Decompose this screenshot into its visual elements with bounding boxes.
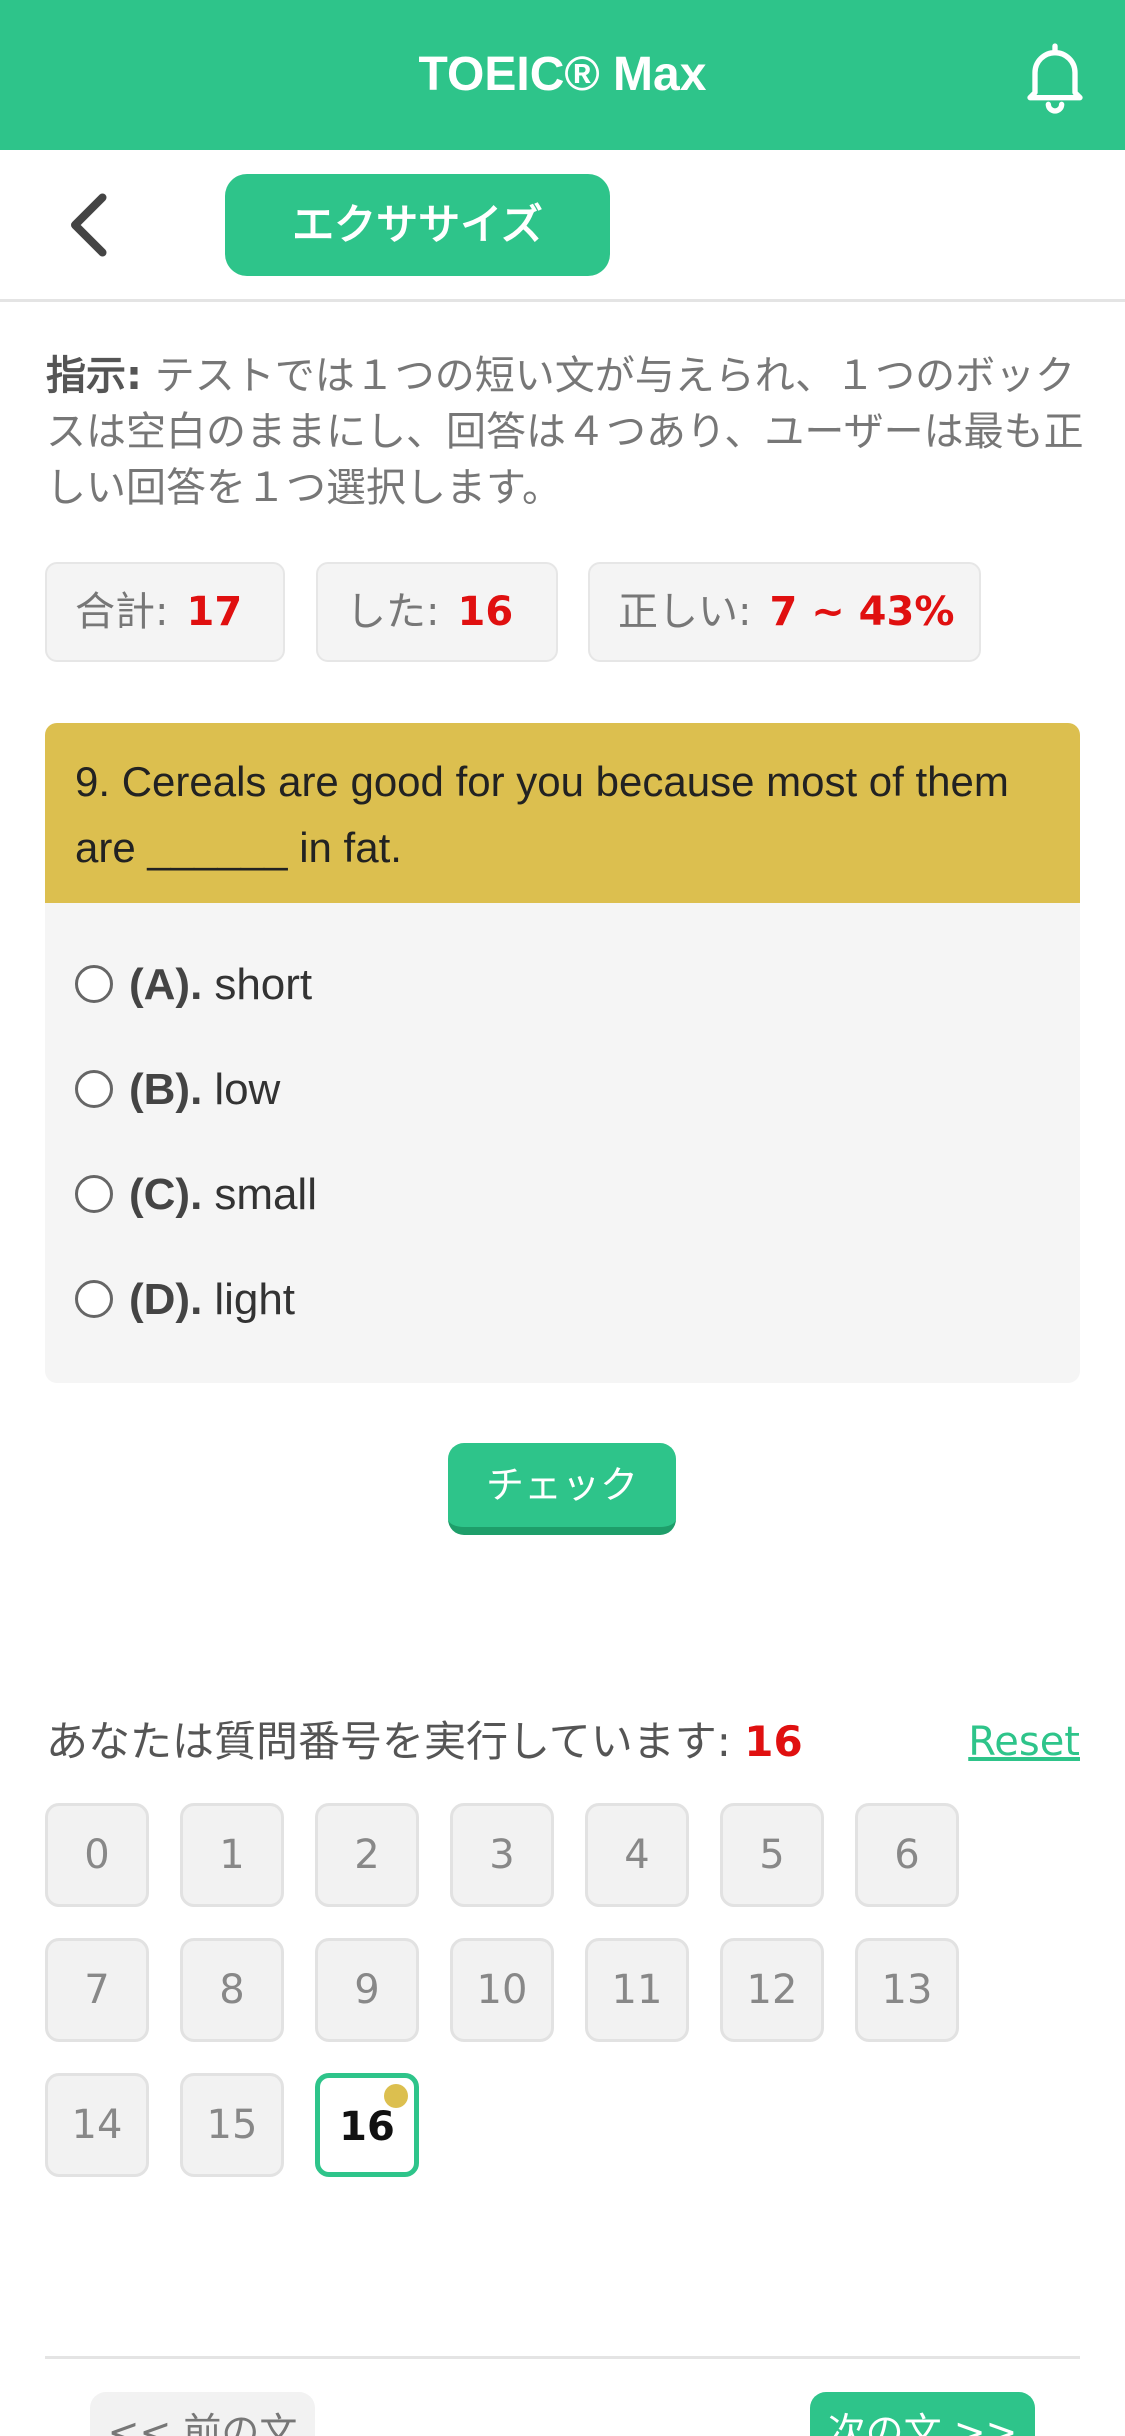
question-number-button[interactable]: 15	[180, 2073, 284, 2177]
instructions-text: テストでは１つの短い文が与えられ、１つのボックスは空白のままにし、回答は４つあり…	[46, 353, 1084, 511]
check-button[interactable]: チェック	[448, 1443, 676, 1535]
chevron-left-icon[interactable]	[60, 190, 120, 260]
app-title: TOEIC® Max	[418, 48, 707, 101]
footer-divider	[45, 2356, 1080, 2359]
running-label: あなたは質問番号を実行しています:	[46, 1717, 731, 1766]
option-text: short	[214, 960, 313, 1009]
question-number-button[interactable]: 5	[720, 1803, 824, 1907]
option-text: small	[214, 1170, 317, 1219]
radio-button[interactable]	[75, 1070, 113, 1109]
option-a[interactable]: (A). short	[75, 950, 312, 1020]
question-number-button[interactable]: 9	[315, 1938, 419, 2042]
question-number-label: 16	[339, 2104, 395, 2150]
question-number-button[interactable]: 3	[450, 1803, 554, 1907]
radio-button[interactable]	[75, 965, 113, 1004]
question-number-button[interactable]: 1	[180, 1803, 284, 1907]
next-sentence-button[interactable]: 次の文 >>	[810, 2392, 1035, 2436]
sub-header: エクササイズ	[0, 150, 1125, 302]
stat-total-value: 17	[186, 589, 243, 635]
instructions-label: 指示:	[46, 353, 142, 399]
current-indicator-dot	[384, 2084, 408, 2108]
tab-exercise[interactable]: エクササイズ	[225, 174, 610, 276]
radio-button[interactable]	[75, 1280, 113, 1319]
question-number-button[interactable]: 8	[180, 1938, 284, 2042]
question-number-button[interactable]: 0	[45, 1803, 149, 1907]
question-number-button[interactable]: 10	[450, 1938, 554, 2042]
running-question: あなたは質問番号を実行しています: 16	[46, 1710, 803, 1774]
top-bar: TOEIC® Max	[0, 0, 1125, 150]
question-number-button[interactable]: 12	[720, 1938, 824, 2042]
question-number-button[interactable]: 14	[45, 2073, 149, 2177]
current-question-number: 16	[744, 1717, 803, 1766]
question-card: 9. Cereals are good for you because most…	[45, 723, 1080, 1383]
question-number-button[interactable]: 2	[315, 1803, 419, 1907]
instructions: 指示: テストでは１つの短い文が与えられ、１つのボックスは空白のままにし、回答は…	[46, 348, 1086, 516]
option-b[interactable]: (B). low	[75, 1055, 280, 1125]
question-text: 9. Cereals are good for you because most…	[45, 723, 1080, 903]
stat-total-label: 合計:	[75, 589, 169, 635]
stat-correct: 正しい: 7 ~ 43%	[588, 562, 981, 662]
option-text: light	[214, 1275, 296, 1324]
question-number-button[interactable]: 4	[585, 1803, 689, 1907]
option-text: low	[214, 1065, 281, 1114]
option-c[interactable]: (C). small	[75, 1160, 317, 1230]
previous-sentence-button[interactable]: << 前の文	[90, 2392, 315, 2436]
option-letter: (C).	[129, 1170, 203, 1219]
stat-correct-label: 正しい:	[618, 589, 752, 635]
bell-icon[interactable]	[1015, 36, 1095, 116]
question-number-button[interactable]: 11	[585, 1938, 689, 2042]
radio-button[interactable]	[75, 1175, 113, 1214]
stat-done-label: した:	[346, 589, 440, 635]
stat-correct-value: 7 ~ 43%	[769, 589, 955, 635]
option-d[interactable]: (D). light	[75, 1265, 295, 1335]
stat-done: した: 16	[316, 562, 558, 662]
reset-link[interactable]: Reset	[968, 1710, 1080, 1774]
option-letter: (B).	[129, 1065, 203, 1114]
question-number-button[interactable]: 6	[855, 1803, 959, 1907]
stat-total: 合計: 17	[45, 562, 285, 662]
option-letter: (D).	[129, 1275, 203, 1324]
question-number-button[interactable]: 13	[855, 1938, 959, 2042]
stat-done-value: 16	[457, 589, 514, 635]
option-letter: (A).	[129, 960, 203, 1009]
question-number-button[interactable]: 7	[45, 1938, 149, 2042]
question-number-button-current[interactable]: 16	[315, 2073, 419, 2177]
